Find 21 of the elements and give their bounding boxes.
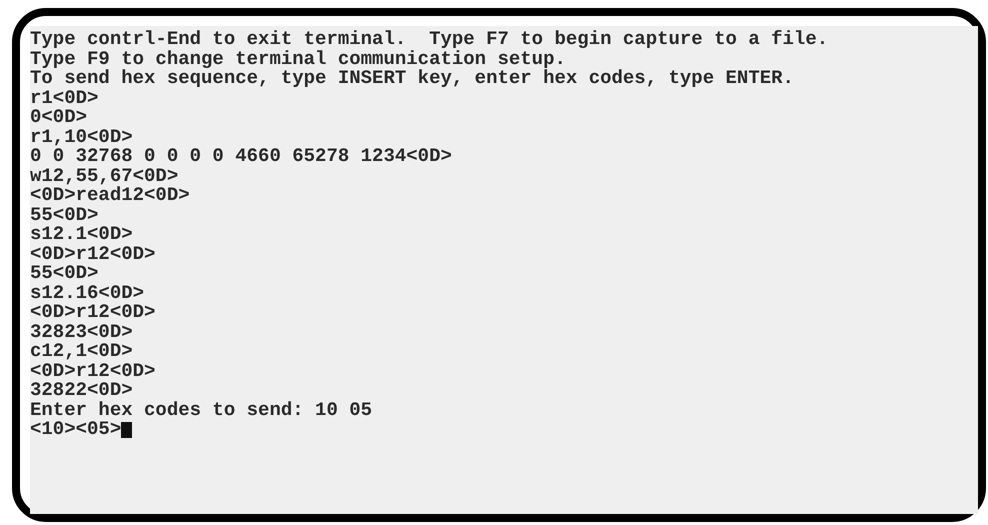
terminal-line: 32823<0D>	[30, 322, 133, 342]
terminal-line: 0 0 32768 0 0 0 0 4660 65278 1234<0D>	[30, 147, 452, 166]
terminal-line: 0<0D>	[30, 108, 88, 128]
terminal-line: Enter hex codes to send: 10 05	[30, 400, 372, 420]
terminal-line: To send hex sequence, type INSERT key, enter hex codes, type ENTER.	[30, 69, 794, 88]
terminal-line: r1,10<0D>	[30, 128, 133, 147]
terminal-line: 55<0D>	[30, 264, 98, 284]
terminal-line: 32822<0D>	[30, 381, 133, 400]
terminal-line: <0D>r12<0D>	[30, 303, 156, 322]
terminal-line: s12.1<0D>	[30, 225, 133, 244]
terminal-line: <0D>r12<0D>	[30, 362, 156, 381]
terminal-line: w12,55,67<0D>	[30, 166, 178, 186]
terminal-line: c12,1<0D>	[30, 342, 133, 362]
terminal-line: Type F9 to change terminal communication setup.	[30, 50, 566, 69]
terminal-line: s12.16<0D>	[30, 284, 144, 303]
terminal-line: <10><05>	[30, 420, 122, 440]
terminal-line: <0D>r12<0D>	[30, 244, 156, 264]
terminal-line: Type contrl-End to exit terminal. Type F7 to begin capture to a file.	[30, 30, 828, 50]
terminal-line: 55<0D>	[30, 206, 98, 225]
terminal-line: <0D>read12<0D>	[30, 186, 190, 206]
terminal-line: r1<0D>	[30, 88, 98, 108]
